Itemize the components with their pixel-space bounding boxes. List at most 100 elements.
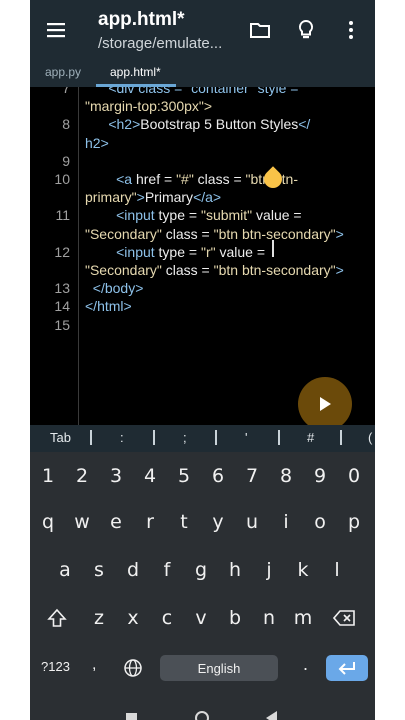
file-title: app.html* [98, 9, 185, 30]
key-j[interactable]: j [254, 550, 284, 590]
more-options-button[interactable] [335, 14, 367, 46]
code-token: <input [85, 243, 159, 260]
code-token: class = [193, 171, 246, 187]
code-token: <div class = "container" style = [85, 87, 303, 96]
key-l[interactable]: l [322, 550, 352, 590]
shift-key[interactable] [42, 598, 72, 638]
key-3[interactable]: 3 [101, 456, 131, 496]
code-token: primary" [85, 189, 137, 206]
key-h[interactable]: h [220, 550, 250, 590]
key-6[interactable]: 6 [203, 456, 233, 496]
open-folder-button[interactable] [244, 14, 276, 46]
key-1[interactable]: 1 [33, 456, 63, 496]
key-8[interactable]: 8 [271, 456, 301, 496]
code-token: href = [135, 171, 177, 187]
key-c[interactable]: c [152, 598, 182, 638]
symbol-paren[interactable]: ( [368, 430, 372, 445]
key-y[interactable]: y [203, 502, 233, 542]
key-0[interactable]: 0 [339, 456, 369, 496]
file-tabs: app.py app.html* [30, 60, 375, 87]
code-line: </html> [85, 298, 132, 314]
code-editor[interactable]: 7 <div class = "container" style = "marg… [30, 87, 375, 425]
code-token: "submit" [200, 207, 253, 224]
code-token: value = [252, 207, 306, 224]
run-button[interactable] [298, 377, 352, 431]
symbol-tab[interactable]: Tab [50, 430, 71, 445]
key-u[interactable]: u [237, 502, 267, 542]
code-token: </a> [193, 189, 222, 206]
more-vert-icon [349, 21, 353, 39]
key-7[interactable]: 7 [237, 456, 267, 496]
backspace-key[interactable] [330, 598, 360, 638]
tab-app-py[interactable]: app.py [45, 65, 81, 79]
key-2[interactable]: 2 [67, 456, 97, 496]
lightbulb-button[interactable] [290, 14, 322, 46]
line-number: 12 [54, 243, 70, 260]
code-token: value = [215, 243, 269, 260]
key-i[interactable]: i [271, 502, 301, 542]
key-s[interactable]: s [84, 550, 114, 590]
language-key[interactable] [118, 648, 148, 688]
code-line: primary">Primary</a> [85, 189, 221, 205]
code-token: > [335, 225, 344, 242]
symbol-colon[interactable]: : [120, 430, 124, 445]
key-z[interactable]: z [84, 598, 114, 638]
key-e[interactable]: e [101, 502, 131, 542]
key-4[interactable]: 4 [135, 456, 165, 496]
tab-app-html[interactable]: app.html* [110, 65, 161, 79]
key-r[interactable]: r [135, 502, 165, 542]
code-token: class = [161, 225, 214, 242]
menu-button[interactable] [40, 14, 72, 46]
code-line: </body> [85, 280, 144, 297]
key-k[interactable]: k [288, 550, 318, 590]
code-line: h2> [85, 135, 109, 151]
key-d[interactable]: d [118, 550, 148, 590]
key-t[interactable]: t [169, 502, 199, 542]
code-token: h2> [85, 134, 109, 151]
key-n[interactable]: n [254, 598, 284, 638]
key-b[interactable]: b [220, 598, 250, 638]
key-f[interactable]: f [152, 550, 182, 590]
key-o[interactable]: o [305, 502, 335, 542]
code-line: <div class = "container" style = [85, 87, 302, 96]
enter-icon [338, 662, 355, 675]
key-q[interactable]: q [33, 502, 63, 542]
phone-screen: app.html* /storage/emulate... app.py app… [30, 0, 375, 720]
symbol-semicolon[interactable]: ; [183, 430, 187, 445]
symbol-hash[interactable]: # [307, 430, 314, 445]
key-v[interactable]: v [186, 598, 216, 638]
back-button[interactable] [266, 711, 277, 720]
key-a[interactable]: a [50, 550, 80, 590]
symbol-separator [340, 430, 342, 445]
code-token: > [335, 262, 344, 278]
key-9[interactable]: 9 [305, 456, 335, 496]
code-token: </body> [85, 280, 144, 297]
folder-icon [250, 23, 270, 38]
key-g[interactable]: g [186, 550, 216, 590]
symbol-bar: Tab : ; ' # ( [30, 425, 375, 452]
enter-key[interactable] [326, 655, 368, 681]
recents-button[interactable] [126, 713, 137, 720]
shift-icon [47, 608, 67, 627]
code-token: "Secondary" [85, 225, 162, 242]
home-button[interactable] [195, 711, 209, 720]
code-token: "Secondary" [85, 262, 162, 278]
key-5[interactable]: 5 [169, 456, 199, 496]
symbol-quote[interactable]: ' [245, 430, 247, 445]
line-number: 14 [54, 298, 70, 315]
symbols-key[interactable]: ?123 [41, 659, 70, 674]
code-token: "r" [200, 243, 216, 260]
system-nav-bar [30, 706, 375, 720]
period-key[interactable]: . [303, 654, 308, 675]
key-w[interactable]: w [67, 502, 97, 542]
space-bar[interactable]: English [160, 655, 278, 681]
code-token: class = [161, 262, 214, 278]
key-m[interactable]: m [288, 598, 318, 638]
code-token: "btn btn-secondary" [213, 262, 336, 278]
comma-key[interactable]: , [92, 656, 96, 674]
key-x[interactable]: x [118, 598, 148, 638]
code-token: <a [85, 171, 136, 187]
key-p[interactable]: p [339, 502, 369, 542]
code-token: </ [298, 116, 311, 133]
code-token: "#" [176, 171, 194, 187]
